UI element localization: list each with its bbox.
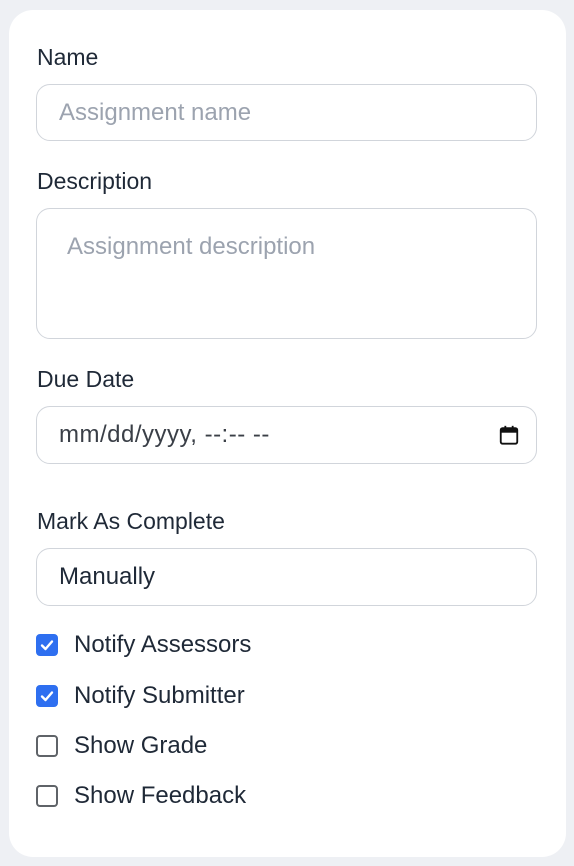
notify-submitter-option[interactable]: Notify Submitter <box>36 682 245 710</box>
description-label: Description <box>37 168 153 194</box>
show-feedback-option[interactable]: Show Feedback <box>36 782 246 810</box>
show-grade-checkbox[interactable] <box>36 735 58 757</box>
show-grade-label: Show Grade <box>74 732 208 759</box>
checkmark-icon <box>40 640 54 651</box>
mark-as-complete-value: Manually <box>59 563 156 590</box>
description-textarea[interactable] <box>36 208 537 339</box>
calendar-icon[interactable] <box>498 424 520 446</box>
due-date-input[interactable]: mm/dd/yyyy, --:-- -- <box>36 406 537 464</box>
due-date-label: Due Date <box>37 366 135 392</box>
mark-as-complete-label: Mark As Complete <box>37 508 225 534</box>
notify-assessors-option[interactable]: Notify Assessors <box>36 631 251 659</box>
show-feedback-checkbox[interactable] <box>36 785 58 807</box>
name-label: Name <box>37 44 99 70</box>
notify-submitter-checkbox[interactable] <box>36 685 58 707</box>
name-input[interactable] <box>36 84 537 141</box>
show-feedback-label: Show Feedback <box>74 782 247 809</box>
notify-assessors-checkbox[interactable] <box>36 634 58 656</box>
notify-assessors-label: Notify Assessors <box>74 631 252 658</box>
mark-as-complete-select[interactable]: Manually <box>36 548 537 606</box>
due-date-value: mm/dd/yyyy, --:-- -- <box>59 421 270 448</box>
notify-submitter-label: Notify Submitter <box>74 682 245 709</box>
assignment-form-card: Name Description Due Date mm/dd/yyyy, --… <box>9 10 566 857</box>
checkmark-icon <box>40 691 54 702</box>
show-grade-option[interactable]: Show Grade <box>36 732 207 760</box>
